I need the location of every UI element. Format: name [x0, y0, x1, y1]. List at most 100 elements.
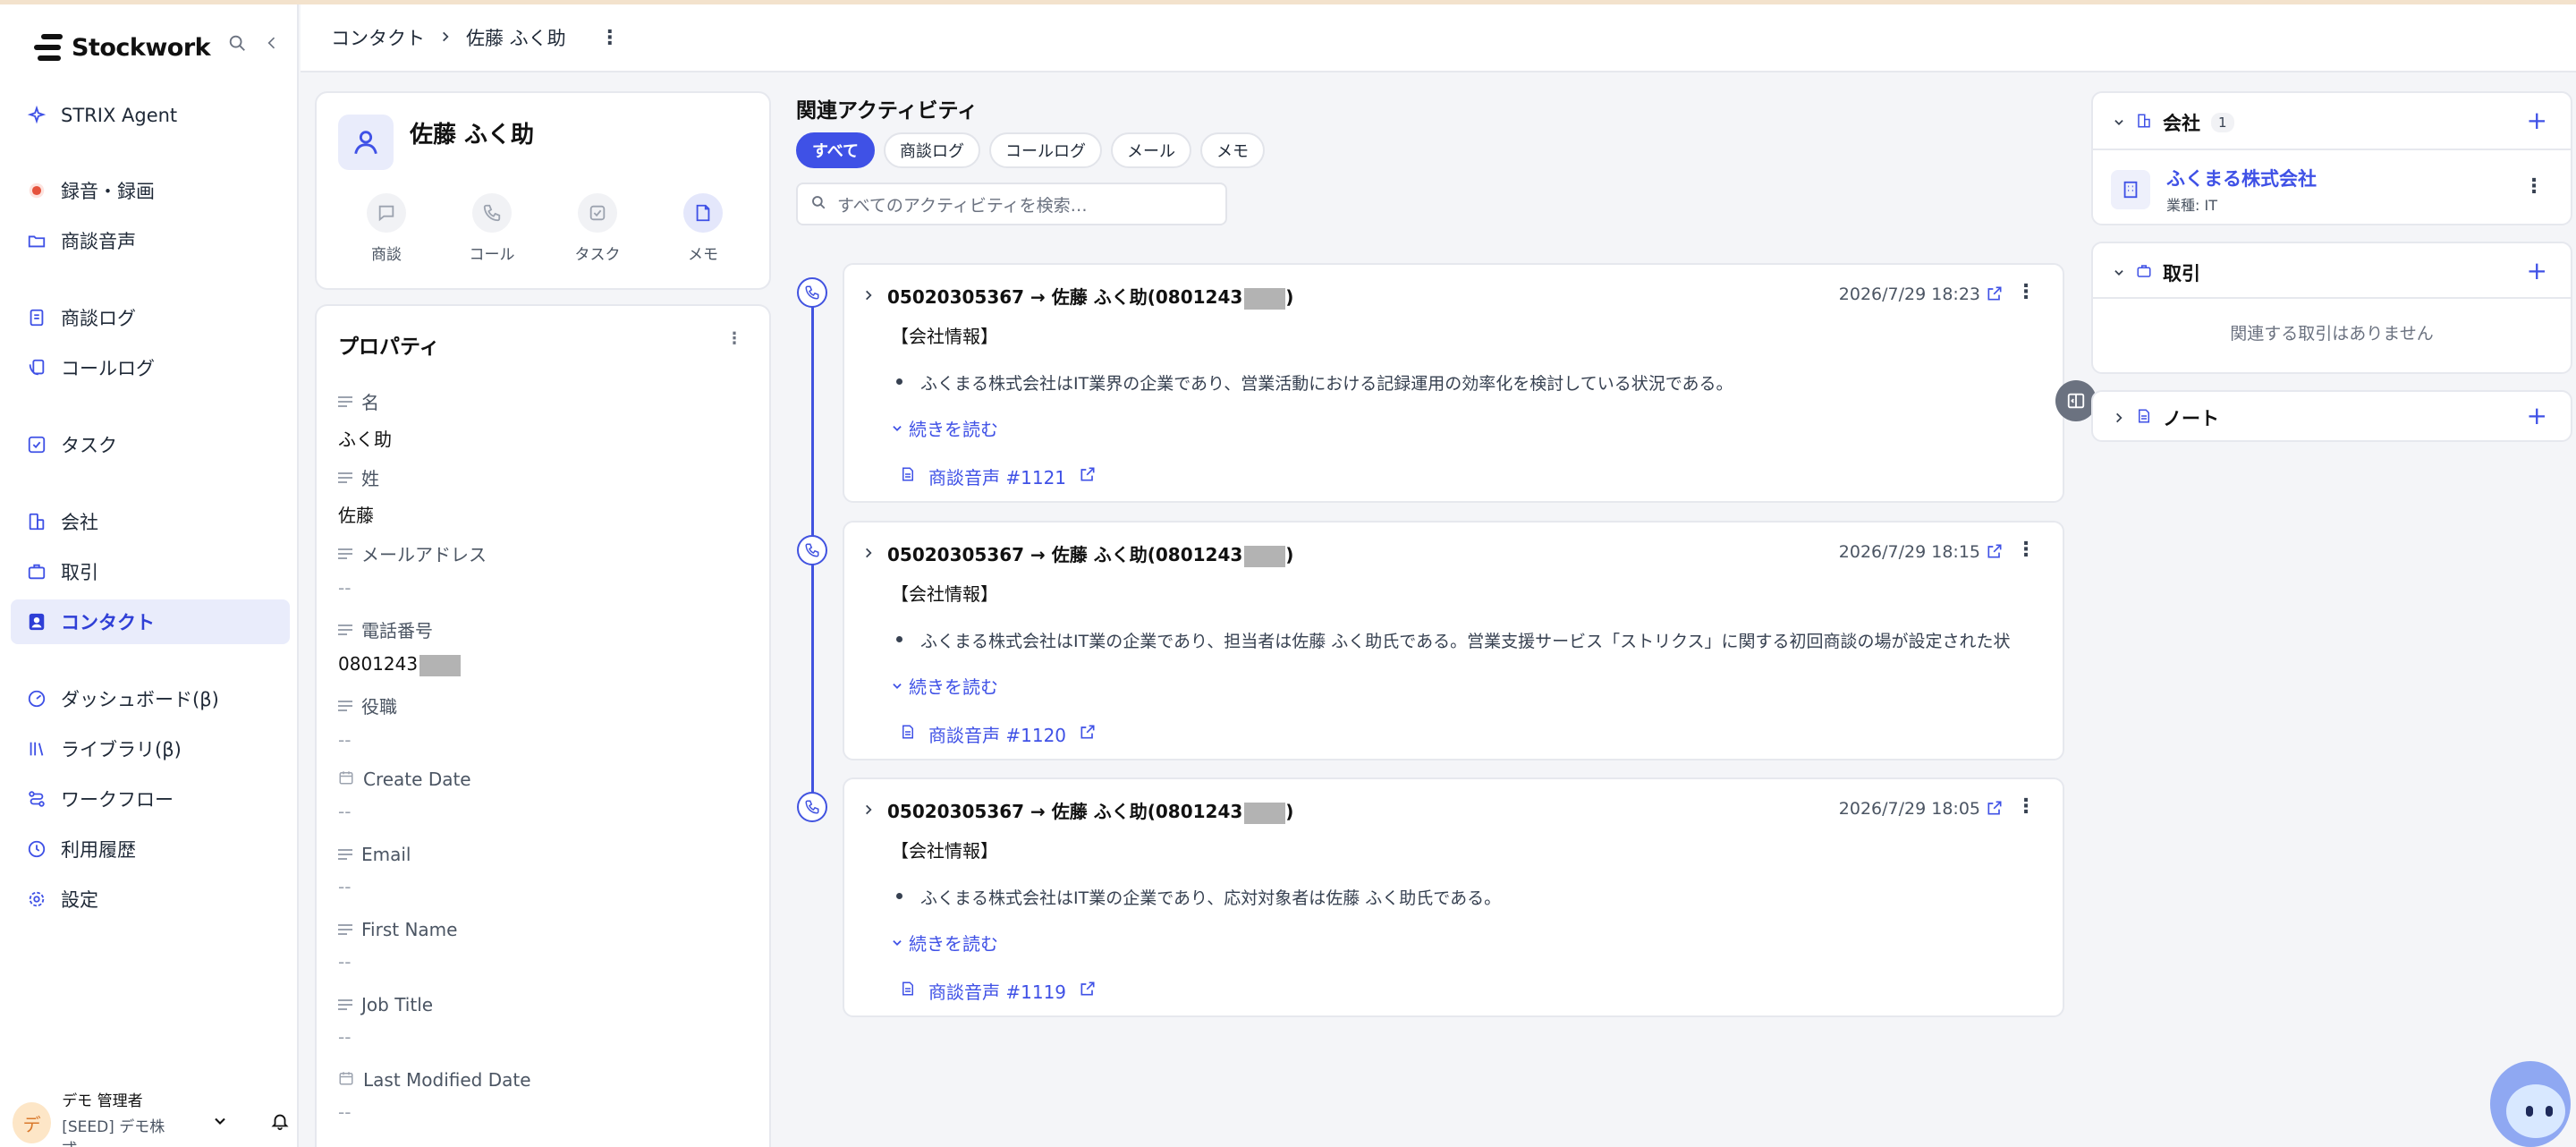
breadcrumb-contacts[interactable]: コンタクト [331, 24, 425, 51]
sidebar-item-label: 商談音声 [61, 231, 136, 252]
activity-title-text[interactable]: 05020305367 → 佐藤 ふく助(0801243) [887, 283, 1293, 310]
sidebar-item-settings[interactable]: 設定 [11, 877, 290, 922]
action-call-button[interactable]: コール [456, 193, 528, 264]
activity-search-input[interactable]: すべてのアクティビティを検索… [796, 183, 1227, 225]
app-logo[interactable]: Stockwork [34, 30, 211, 65]
more-options-icon[interactable]: ⋮ [2016, 795, 2036, 818]
document-icon [27, 308, 47, 327]
property-last-name[interactable]: 姓 佐藤 [338, 464, 379, 527]
deals-panel-header[interactable]: 取引 [2113, 259, 2200, 286]
property-create-date[interactable]: Create Date -- [338, 769, 471, 822]
filter-memo[interactable]: メモ [1200, 132, 1266, 168]
read-more-link[interactable]: 続きを読む [891, 673, 998, 699]
sidebar-item-library[interactable]: ライブラリ(β) [11, 726, 290, 771]
activity-title-suffix: ) [1285, 801, 1294, 822]
sidebar-item-deals[interactable]: 取引 [11, 549, 290, 594]
assistant-mascot-button[interactable] [2490, 1061, 2571, 1147]
breadcrumb-current: 佐藤 ふく助 [466, 28, 566, 49]
count-badge: 1 [2211, 113, 2234, 132]
action-label: 商談 [371, 246, 402, 264]
property-first-name[interactable]: 名 ふく助 [338, 388, 392, 451]
more-options-icon[interactable]: ⋮ [2016, 281, 2036, 303]
property-value: 0801243 [338, 653, 419, 675]
filter-meeting-log[interactable]: 商談ログ [884, 132, 981, 168]
meeting-audio-link[interactable]: 商談音声 #1120 [900, 721, 1097, 747]
sidebar-item-tasks[interactable]: タスク [11, 422, 290, 467]
company-panel-header[interactable]: 会社 1 [2113, 109, 2234, 136]
expand-chevron-icon[interactable] [862, 543, 875, 565]
read-more-link[interactable]: 続きを読む [891, 415, 998, 441]
external-link-icon[interactable] [1986, 542, 2004, 564]
more-options-icon[interactable]: ⋮ [600, 27, 620, 49]
chevron-down-icon[interactable] [211, 1112, 229, 1134]
more-options-icon[interactable]: ⋮ [2016, 539, 2036, 561]
panel-title: ノート [2163, 408, 2219, 429]
collapse-sidebar-icon[interactable] [263, 33, 281, 58]
add-company-icon[interactable]: + [2527, 106, 2547, 135]
expand-chevron-icon[interactable] [862, 800, 875, 821]
activity-card: 05020305367 → 佐藤 ふく助(0801243) 2026/7/29 … [843, 263, 2064, 503]
property-position[interactable]: 役職 -- [338, 692, 397, 751]
more-options-icon[interactable]: ⋮ [2524, 175, 2544, 198]
external-link-icon[interactable] [1986, 799, 2004, 820]
text-field-icon [338, 695, 352, 717]
more-options-icon[interactable]: ⋮ [726, 329, 742, 348]
contact-avatar [338, 115, 394, 170]
action-memo-button[interactable]: メモ [667, 193, 739, 264]
property-last-modified-date[interactable]: Last Modified Date -- [338, 1069, 531, 1123]
external-link-icon [1079, 980, 1097, 1002]
sidebar-item-dashboard[interactable]: ダッシュボード(β) [11, 676, 290, 721]
sidebar-item-history[interactable]: 利用履歴 [11, 827, 290, 871]
property-label: 電話番号 [361, 620, 433, 641]
property-label: 役職 [361, 696, 397, 718]
filter-all[interactable]: すべて [796, 132, 876, 168]
sidebar-item-meeting-audio[interactable]: 商談音声 [11, 218, 290, 263]
user-menu[interactable]: デ デモ 管理者 [SEED] デモ株式… [13, 1092, 290, 1147]
building-icon [2136, 112, 2152, 133]
filter-mail[interactable]: メール [1111, 132, 1192, 168]
record-icon [27, 181, 47, 200]
meeting-audio-link[interactable]: 商談音声 #1121 [900, 463, 1097, 489]
sidebar-item-meeting-log[interactable]: 商談ログ [11, 295, 290, 340]
sidebar-item-label: ワークフロー [61, 789, 174, 811]
text-field-icon [338, 391, 352, 412]
sidebar-item-contacts[interactable]: コンタクト [11, 599, 290, 644]
add-deal-icon[interactable]: + [2527, 256, 2547, 285]
external-link-icon[interactable] [1986, 285, 2004, 306]
company-name-link[interactable]: ふくまる株式会社 [2166, 165, 2317, 191]
properties-title: プロパティ [338, 336, 440, 359]
sidebar-item-label: 利用履歴 [61, 839, 136, 861]
property-email-address[interactable]: メールアドレス -- [338, 540, 487, 599]
activity-title-text[interactable]: 05020305367 → 佐藤 ふく助(0801243) [887, 797, 1293, 824]
action-task-button[interactable]: タスク [562, 193, 633, 264]
sidebar-item-companies[interactable]: 会社 [11, 499, 290, 544]
text-field-icon [338, 543, 352, 565]
action-meeting-button[interactable]: 商談 [351, 193, 422, 264]
sidebar-item-label: 商談ログ [61, 308, 136, 329]
chevron-down-icon [2113, 262, 2125, 284]
sidebar-item-label: コールログ [61, 358, 155, 379]
meeting-audio-link[interactable]: 商談音声 #1119 [900, 978, 1097, 1004]
sidebar-item-strix-agent[interactable]: STRIX Agent [11, 93, 290, 138]
bell-icon[interactable] [270, 1111, 290, 1134]
meeting-audio-label: 商談音声 #1120 [928, 725, 1067, 746]
notes-panel-header[interactable]: ノート [2113, 404, 2219, 431]
read-more-link[interactable]: 続きを読む [891, 930, 998, 956]
activity-title-text[interactable]: 05020305367 → 佐藤 ふく助(0801243) [887, 540, 1293, 567]
text-field-icon [338, 844, 352, 865]
expand-chevron-icon[interactable] [862, 285, 875, 307]
filter-call-log[interactable]: コールログ [989, 132, 1103, 168]
sidebar-item-call-log[interactable]: コールログ [11, 345, 290, 390]
property-email[interactable]: Email -- [338, 844, 411, 897]
read-more-label: 続きを読む [909, 933, 998, 955]
add-note-icon[interactable]: + [2527, 401, 2547, 430]
empty-state-text: 関連する取引はありません [2230, 324, 2434, 344]
contact-icon [27, 612, 47, 632]
sidebar-item-recording[interactable]: 録音・録画 [11, 168, 290, 213]
chevron-right-icon [2113, 407, 2125, 429]
property-job-title[interactable]: Job Title -- [338, 994, 433, 1048]
sidebar-item-workflow[interactable]: ワークフロー [11, 777, 290, 821]
property-first-name-en[interactable]: First Name -- [338, 919, 457, 973]
search-icon[interactable] [227, 33, 247, 58]
property-phone[interactable]: 電話番号 0801243 [338, 616, 462, 676]
